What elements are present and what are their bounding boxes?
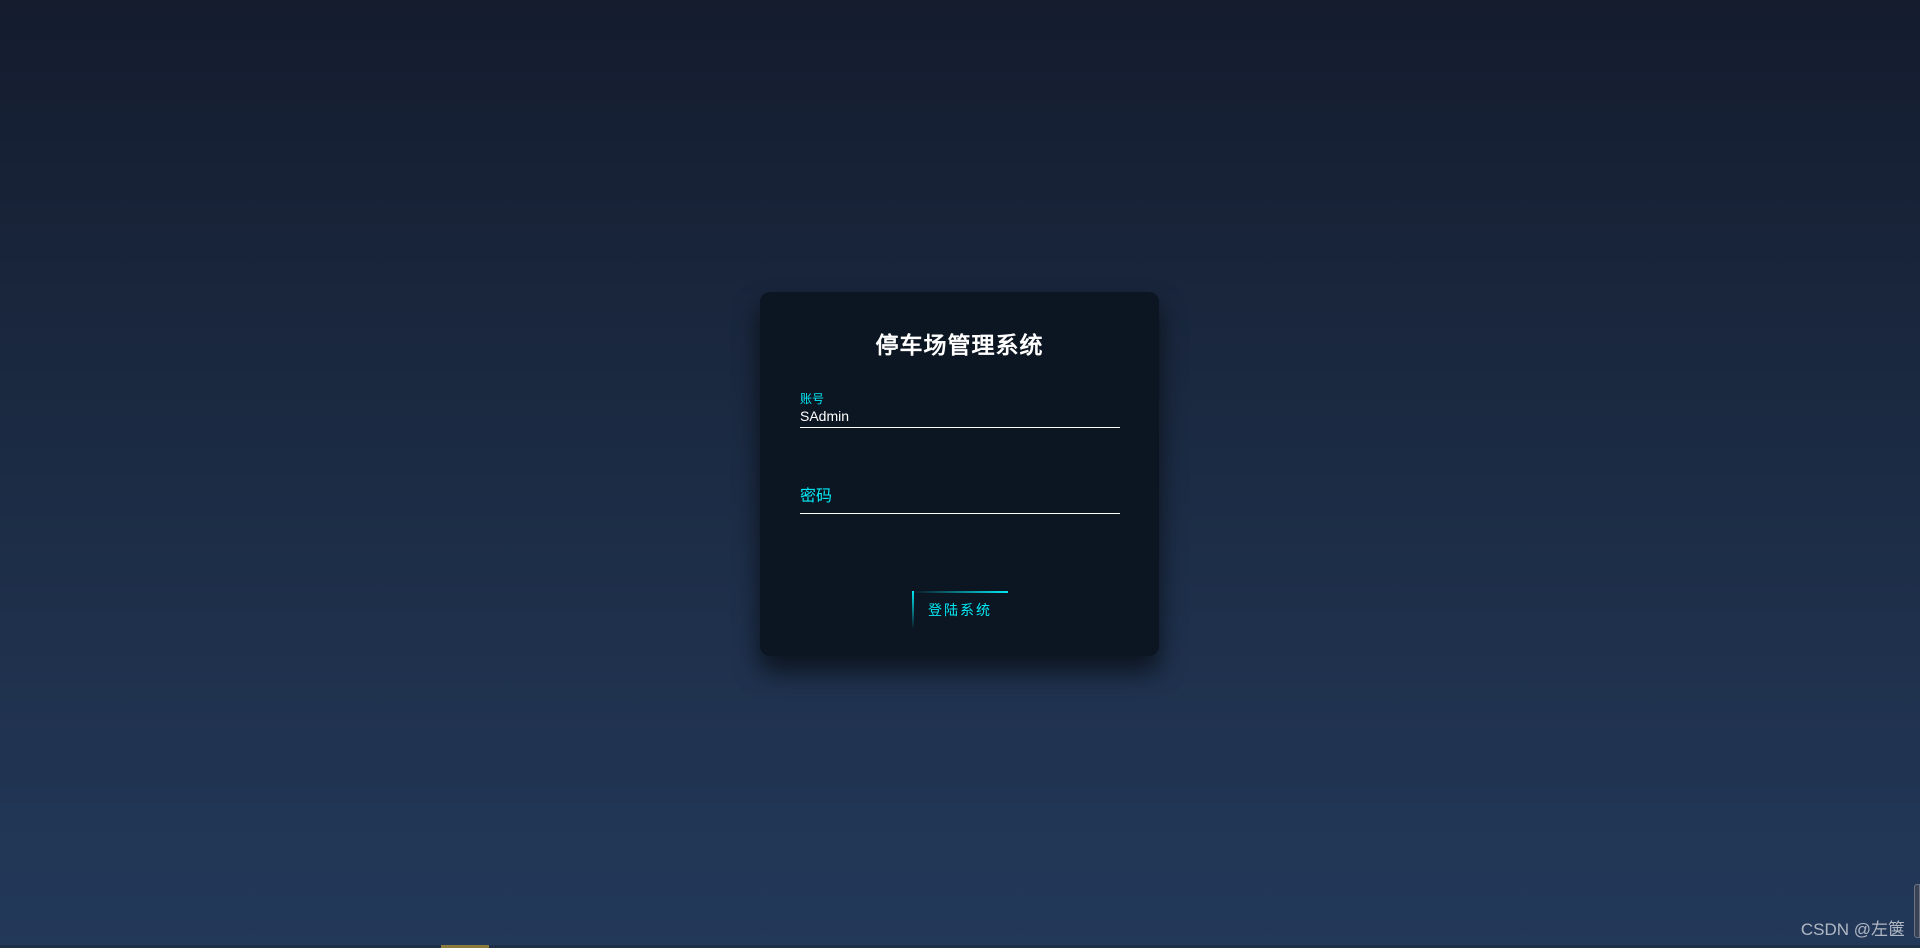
login-button-label: 登陆系统 xyxy=(928,602,992,618)
password-label: 密码 xyxy=(800,488,833,505)
csdn-watermark: CSDN @左箧 xyxy=(1800,920,1905,939)
password-field[interactable]: 密码 xyxy=(800,472,1120,514)
login-button[interactable]: 登陆系统 xyxy=(912,591,1008,629)
button-top-glow xyxy=(912,591,1008,593)
login-title: 停车场管理系统 xyxy=(875,332,1044,359)
password-underline xyxy=(800,513,1120,514)
username-underline xyxy=(800,427,1120,428)
side-widget-handle[interactable] xyxy=(1914,884,1920,938)
username-field[interactable]: 账号 SAdmin xyxy=(800,390,1120,428)
username-label: 账号 xyxy=(800,392,825,406)
button-left-glow xyxy=(912,591,914,629)
username-input[interactable]: SAdmin xyxy=(800,408,849,424)
login-card: 停车场管理系统 账号 SAdmin 密码 登陆系统 xyxy=(760,292,1159,656)
